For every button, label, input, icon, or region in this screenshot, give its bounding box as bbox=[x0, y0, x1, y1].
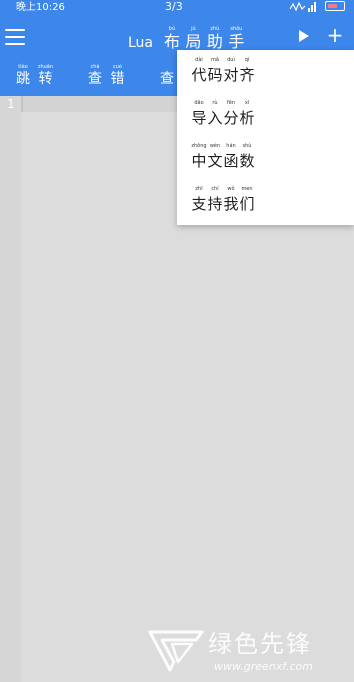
watermark-logo-icon bbox=[148, 630, 204, 672]
page-indicator: 3/3 bbox=[165, 0, 183, 13]
jump-button[interactable]: tiào 跳 zhuǎn 转 bbox=[14, 64, 54, 88]
run-icon[interactable] bbox=[299, 30, 309, 42]
title-char: zhù 助 bbox=[206, 26, 223, 51]
title-char: shǒu 手 bbox=[228, 26, 245, 51]
menu-item-chinese-functions[interactable]: zhōng 中 wén 文 hán 函 shù 数 bbox=[191, 143, 255, 174]
search-button[interactable]: 查 bbox=[158, 70, 176, 88]
menu-item-support-us[interactable]: zhī 支 chí 持 wǒ 我 men 们 bbox=[191, 186, 255, 217]
add-icon[interactable]: + bbox=[326, 25, 344, 45]
button-char: 查 bbox=[160, 71, 174, 87]
watermark: 绿色先锋 www.greenxf.com bbox=[148, 624, 354, 682]
overflow-menu: dài 代 mǎ 码 duì 对 qí 齐 dǎo 导 rù 入 fēn 分 xī 析 zhōng 中 wén 文… bbox=[177, 50, 354, 225]
watermark-text: 绿色先锋 bbox=[208, 630, 312, 658]
text-cursor bbox=[21, 96, 23, 112]
signal-icon bbox=[290, 1, 316, 12]
button-char: zhuǎn 转 bbox=[37, 64, 54, 87]
app-title: Lua bù 布 jú 局 zhù 助 shǒu 手 bbox=[128, 26, 245, 52]
line-number: 1 bbox=[7, 97, 15, 111]
title-char: bù 布 bbox=[163, 26, 180, 51]
status-time: 晚上10:26 bbox=[16, 2, 65, 13]
title-char: jú 局 bbox=[185, 26, 202, 51]
app-title-latin: Lua bbox=[128, 35, 154, 51]
menu-icon[interactable] bbox=[5, 29, 25, 45]
button-char: tiào 跳 bbox=[16, 64, 30, 87]
menu-item-import-analysis[interactable]: dǎo 导 rù 入 fēn 分 xī 析 bbox=[191, 100, 255, 131]
status-bar: 晚上10:26 3/3 bbox=[0, 0, 354, 18]
menu-item-align-code[interactable]: dài 代 mǎ 码 duì 对 qí 齐 bbox=[191, 57, 255, 88]
battery-icon bbox=[325, 1, 345, 11]
button-char: chá 查 bbox=[88, 64, 102, 87]
check-error-button[interactable]: chá 查 cuò 错 bbox=[86, 64, 126, 88]
line-gutter: 1 bbox=[0, 96, 21, 682]
watermark-url: www.greenxf.com bbox=[214, 660, 313, 673]
button-char: cuò 错 bbox=[110, 64, 125, 87]
